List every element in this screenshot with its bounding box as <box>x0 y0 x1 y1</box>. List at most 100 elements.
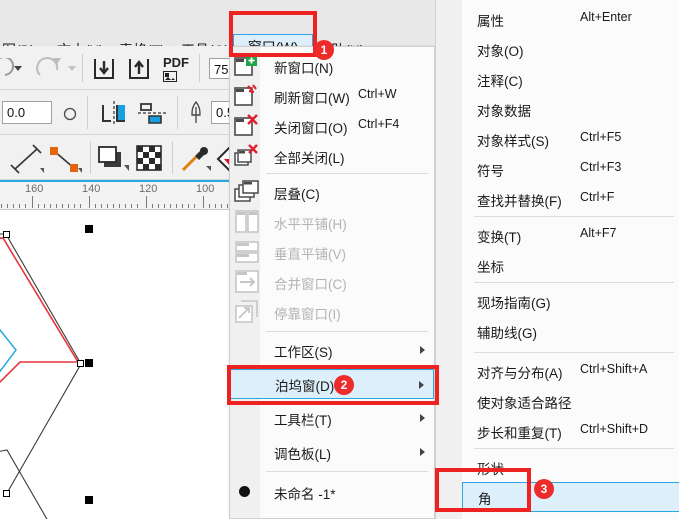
coreldraw-window: 图(B) 文本(X) 表格(T) 工具(O) 帮助(H) 窗口(W) <box>0 0 679 519</box>
tile-vertically-icon <box>235 241 259 266</box>
menu-item-cascade[interactable]: 层叠(C) <box>230 177 434 207</box>
menu-item-label: 全部关闭(L) <box>274 151 345 166</box>
menu-separator-3 <box>266 471 428 472</box>
outline-pen-icon[interactable] <box>189 100 203 130</box>
menu-separator-2 <box>266 331 428 332</box>
menu-item-label: 工作区(S) <box>274 345 333 360</box>
submenu-item-label: 对象(O) <box>477 44 524 59</box>
close-window-icon <box>234 114 260 141</box>
path-node-middle[interactable] <box>77 360 84 367</box>
submenu-item-object-data[interactable]: 对象数据 <box>462 94 679 124</box>
menu-item-label: 水平平铺(H) <box>274 217 347 232</box>
toolbar-separator-5 <box>90 141 91 174</box>
submenu-item-find-replace[interactable]: 查找并替换(F) Ctrl+F <box>462 184 679 214</box>
align-icon[interactable] <box>100 100 128 131</box>
document-dot-icon <box>239 486 250 497</box>
annotation-box-2 <box>227 365 439 405</box>
menu-item-label: 关闭窗口(O) <box>274 121 348 136</box>
publish-pdf-icon[interactable]: PDF <box>163 55 189 87</box>
connector-line-icon[interactable] <box>48 144 82 179</box>
distribute-icon[interactable] <box>137 100 167 131</box>
submenu-item-label: 现场指南(G) <box>477 296 551 311</box>
menu-item-label: 未命名 -1* <box>274 487 336 502</box>
submenu-item-label: 步长和重复(T) <box>477 426 562 441</box>
cascade-icon <box>234 180 260 207</box>
submenu-item-label: 辅助线(G) <box>477 326 537 341</box>
menu-item-label: 工具栏(T) <box>274 413 332 428</box>
submenu-item-accel: Ctrl+F5 <box>580 130 622 144</box>
submenu-item-label: 注释(C) <box>477 74 523 89</box>
toolbar-separator-2 <box>199 54 200 82</box>
tile-horizontally-icon <box>235 210 259 236</box>
ruler-label-160: 160 <box>25 183 44 195</box>
color-eyedropper-icon[interactable] <box>180 145 212 178</box>
submenu-item-symbols[interactable]: 符号 Ctrl+F3 <box>462 154 679 184</box>
ellipse-icon[interactable] <box>63 107 77 126</box>
submenu-item-accel: Ctrl+F3 <box>580 160 622 174</box>
drop-shadow-icon[interactable] <box>98 145 130 178</box>
menu-item-label: 停靠窗口(I) <box>274 307 341 322</box>
annotation-badge-3: 3 <box>534 479 554 499</box>
menu-item-label: 新窗口(N) <box>274 61 334 76</box>
transparency-icon[interactable] <box>136 145 164 176</box>
menu-item-refresh-window[interactable]: 刷新窗口(W) Ctrl+W <box>230 81 434 111</box>
submenu-separator-4 <box>474 448 674 449</box>
pdf-label: PDF <box>163 55 189 70</box>
submenu-item-fit-to-path[interactable]: 使对象适合路径 <box>462 386 679 416</box>
chevron-right-icon <box>420 414 425 422</box>
import-icon[interactable] <box>93 57 115 85</box>
export-icon[interactable] <box>128 57 150 85</box>
submenu-item-object[interactable]: 对象(O) <box>462 34 679 64</box>
submenu-separator-2 <box>474 282 674 283</box>
chevron-right-icon <box>420 448 425 456</box>
menu-item-tile-horizontally: 水平平铺(H) <box>230 207 434 237</box>
submenu-item-label: 符号 <box>477 164 504 179</box>
menu-item-close-all[interactable]: 全部关闭(L) <box>230 141 434 171</box>
menu-item-toolbars[interactable]: 工具栏(T) <box>230 403 434 433</box>
submenu-item-coordinates[interactable]: 坐标 <box>462 250 679 280</box>
menu-item-label: 调色板(L) <box>274 447 331 462</box>
close-all-windows-icon <box>234 144 260 171</box>
submenu-item-object-styles[interactable]: 对象样式(S) Ctrl+F5 <box>462 124 679 154</box>
undo-icon[interactable] <box>0 56 28 83</box>
menu-item-document-untitled[interactable]: 未命名 -1* <box>230 477 434 507</box>
menu-item-label: 层叠(C) <box>274 187 320 202</box>
submenu-item-live-guides[interactable]: 现场指南(G) <box>462 286 679 316</box>
submenu-item-label: 属性 <box>477 14 504 29</box>
menu-item-label: 刷新窗口(W) <box>274 91 350 106</box>
submenu-item-accel: Ctrl+F <box>580 190 615 204</box>
selection-handle-top[interactable] <box>85 225 93 233</box>
submenu-item-properties[interactable]: 属性 Alt+Enter <box>462 4 679 34</box>
toolbar-separator-3 <box>87 96 88 129</box>
menu-item-accel: Ctrl+W <box>358 87 397 101</box>
submenu-separator-1 <box>474 216 674 217</box>
window-dropdown-menu: 新窗口(N) 刷新窗口(W) Ctrl+W 关闭窗口(O) Ctrl+F4 全部… <box>229 46 435 519</box>
submenu-item-accel: Ctrl+Shift+D <box>580 422 649 436</box>
submenu-item-label: 使对象适合路径 <box>477 396 572 411</box>
path-node-top[interactable] <box>3 231 10 238</box>
toolbar-separator-4 <box>177 96 178 129</box>
submenu-item-align-distribute[interactable]: 对齐与分布(A) Ctrl+Shift+A <box>462 356 679 386</box>
submenu-item-guidelines[interactable]: 辅助线(G) <box>462 316 679 346</box>
dock-window-icon <box>235 300 259 326</box>
submenu-item-transform[interactable]: 变换(T) Alt+F7 <box>462 220 679 250</box>
menu-item-workspace[interactable]: 工作区(S) <box>230 335 434 365</box>
toolbar-separator <box>82 54 83 82</box>
annotation-badge-2: 2 <box>334 375 354 395</box>
submenu-item-accel: Alt+Enter <box>580 10 632 24</box>
submenu-item-label: 坐标 <box>477 260 504 275</box>
menu-item-palettes[interactable]: 调色板(L) <box>230 437 434 467</box>
dimension-line-icon[interactable] <box>10 144 44 179</box>
nudge-input[interactable]: 0.0 <box>2 101 52 124</box>
selection-handle-bottom[interactable] <box>85 496 93 504</box>
submenu-item-step-repeat[interactable]: 步长和重复(T) Ctrl+Shift+D <box>462 416 679 446</box>
ruler-label-120: 120 <box>139 183 158 195</box>
menu-item-close-window[interactable]: 关闭窗口(O) Ctrl+F4 <box>230 111 434 141</box>
menu-item-accel: Ctrl+F4 <box>358 117 400 131</box>
redo-icon <box>35 56 81 85</box>
selection-handle-right[interactable] <box>85 359 93 367</box>
path-node-bottom[interactable] <box>3 490 10 497</box>
annotation-box-3 <box>435 468 531 512</box>
submenu-separator-3 <box>474 352 674 353</box>
submenu-item-comments[interactable]: 注释(C) <box>462 64 679 94</box>
